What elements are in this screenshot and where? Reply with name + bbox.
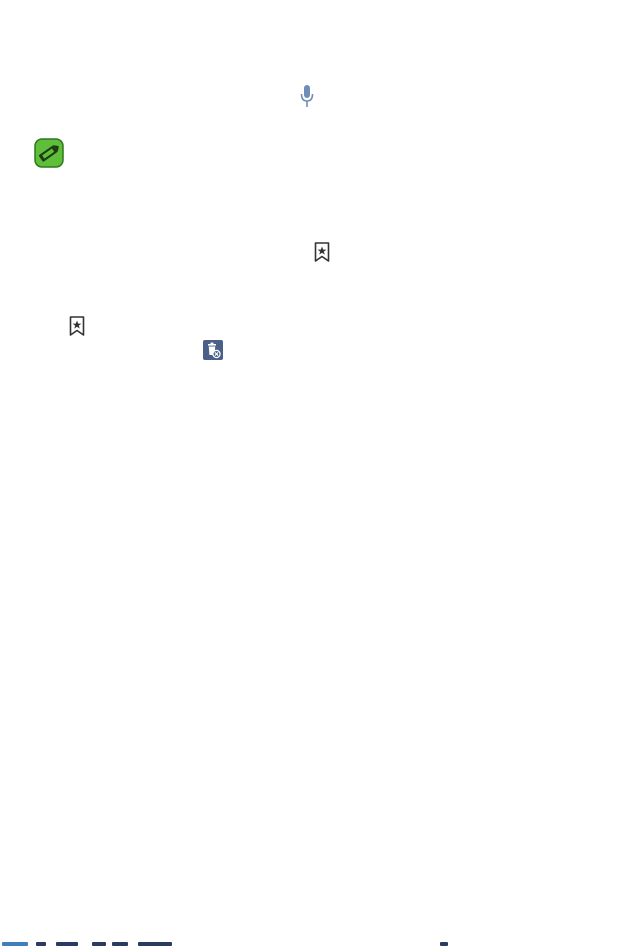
microphone-icon — [300, 85, 314, 107]
manual-page — [0, 0, 631, 946]
bookmark-star-icon — [314, 242, 330, 262]
note-pencil-icon — [34, 138, 64, 168]
bookmark-star-icon — [69, 316, 85, 336]
delete-bookmarks-icon — [203, 340, 223, 360]
cropped-footer-text — [0, 938, 631, 946]
